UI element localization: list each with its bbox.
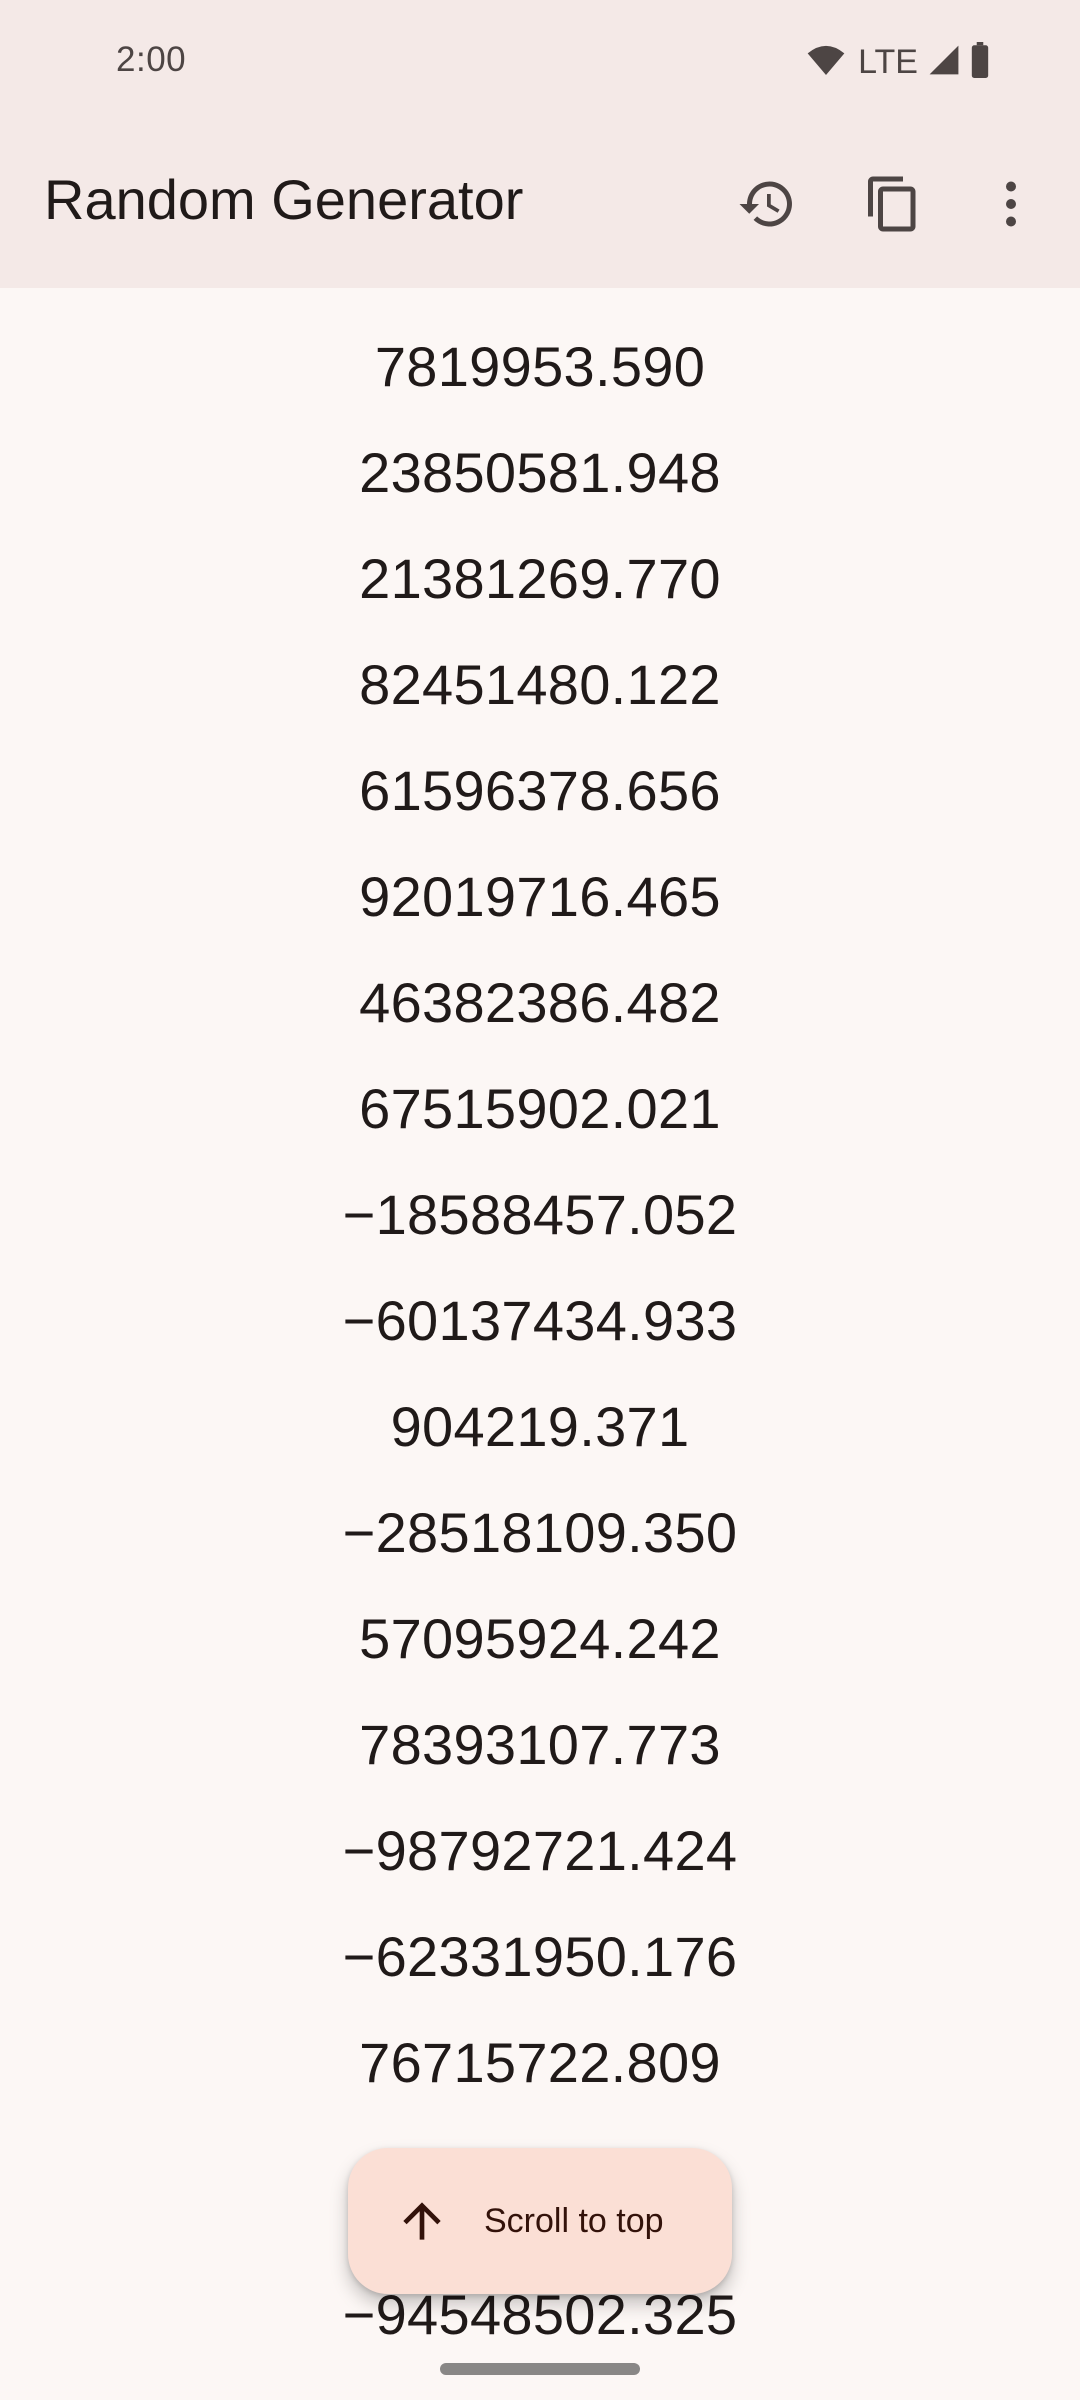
- result-item: 23850581.948: [359, 440, 721, 504]
- result-item: 7819953.590: [374, 334, 706, 398]
- result-item: −62331950.176: [342, 1924, 738, 1988]
- result-item: 82451480.122: [359, 652, 721, 716]
- history-icon: [737, 174, 797, 239]
- gesture-nav-handle[interactable]: [440, 2363, 640, 2375]
- result-item: 78393107.773: [359, 1712, 721, 1776]
- scroll-to-top-label: Scroll to top: [484, 2201, 664, 2240]
- status-time: 2:00: [116, 40, 187, 79]
- status-bar: 2:00 LTE: [0, 0, 1080, 125]
- result-item: −98792721.424: [342, 1818, 738, 1882]
- copy-icon: [863, 174, 923, 239]
- result-item: 46382386.482: [359, 970, 721, 1034]
- result-item: 76715722.809: [359, 2030, 721, 2094]
- result-item: −18588457.052: [342, 1182, 738, 1246]
- top-app-bar: Random Generator: [0, 125, 1080, 288]
- arrow-up-icon: [394, 2193, 450, 2249]
- result-item: 92019716.465: [359, 864, 721, 928]
- scroll-to-top-button[interactable]: Scroll to top: [348, 2148, 732, 2294]
- more-vert-icon: [981, 174, 1041, 239]
- result-item: 67515902.021: [359, 1076, 721, 1140]
- lte-label: LTE: [858, 42, 918, 81]
- result-item: −60137434.933: [342, 1288, 738, 1352]
- result-item: 904219.371: [390, 1394, 690, 1458]
- result-item: 61596378.656: [359, 758, 721, 822]
- app-title: Random Generator: [44, 168, 524, 231]
- wifi-icon: [806, 40, 846, 85]
- copy-button[interactable]: [830, 144, 956, 270]
- more-options-button[interactable]: [956, 144, 1066, 270]
- cell-signal-icon: [928, 43, 960, 82]
- history-button[interactable]: [704, 144, 830, 270]
- app-bar-actions: [704, 125, 1080, 288]
- result-item: 57095924.242: [359, 1606, 721, 1670]
- results-list[interactable]: 7819953.590 23850581.948 21381269.770 82…: [0, 288, 1080, 2400]
- result-item: 21381269.770: [359, 546, 721, 610]
- battery-icon: [970, 41, 990, 83]
- status-icons: LTE: [806, 40, 990, 85]
- result-item: −28518109.350: [342, 1500, 738, 1564]
